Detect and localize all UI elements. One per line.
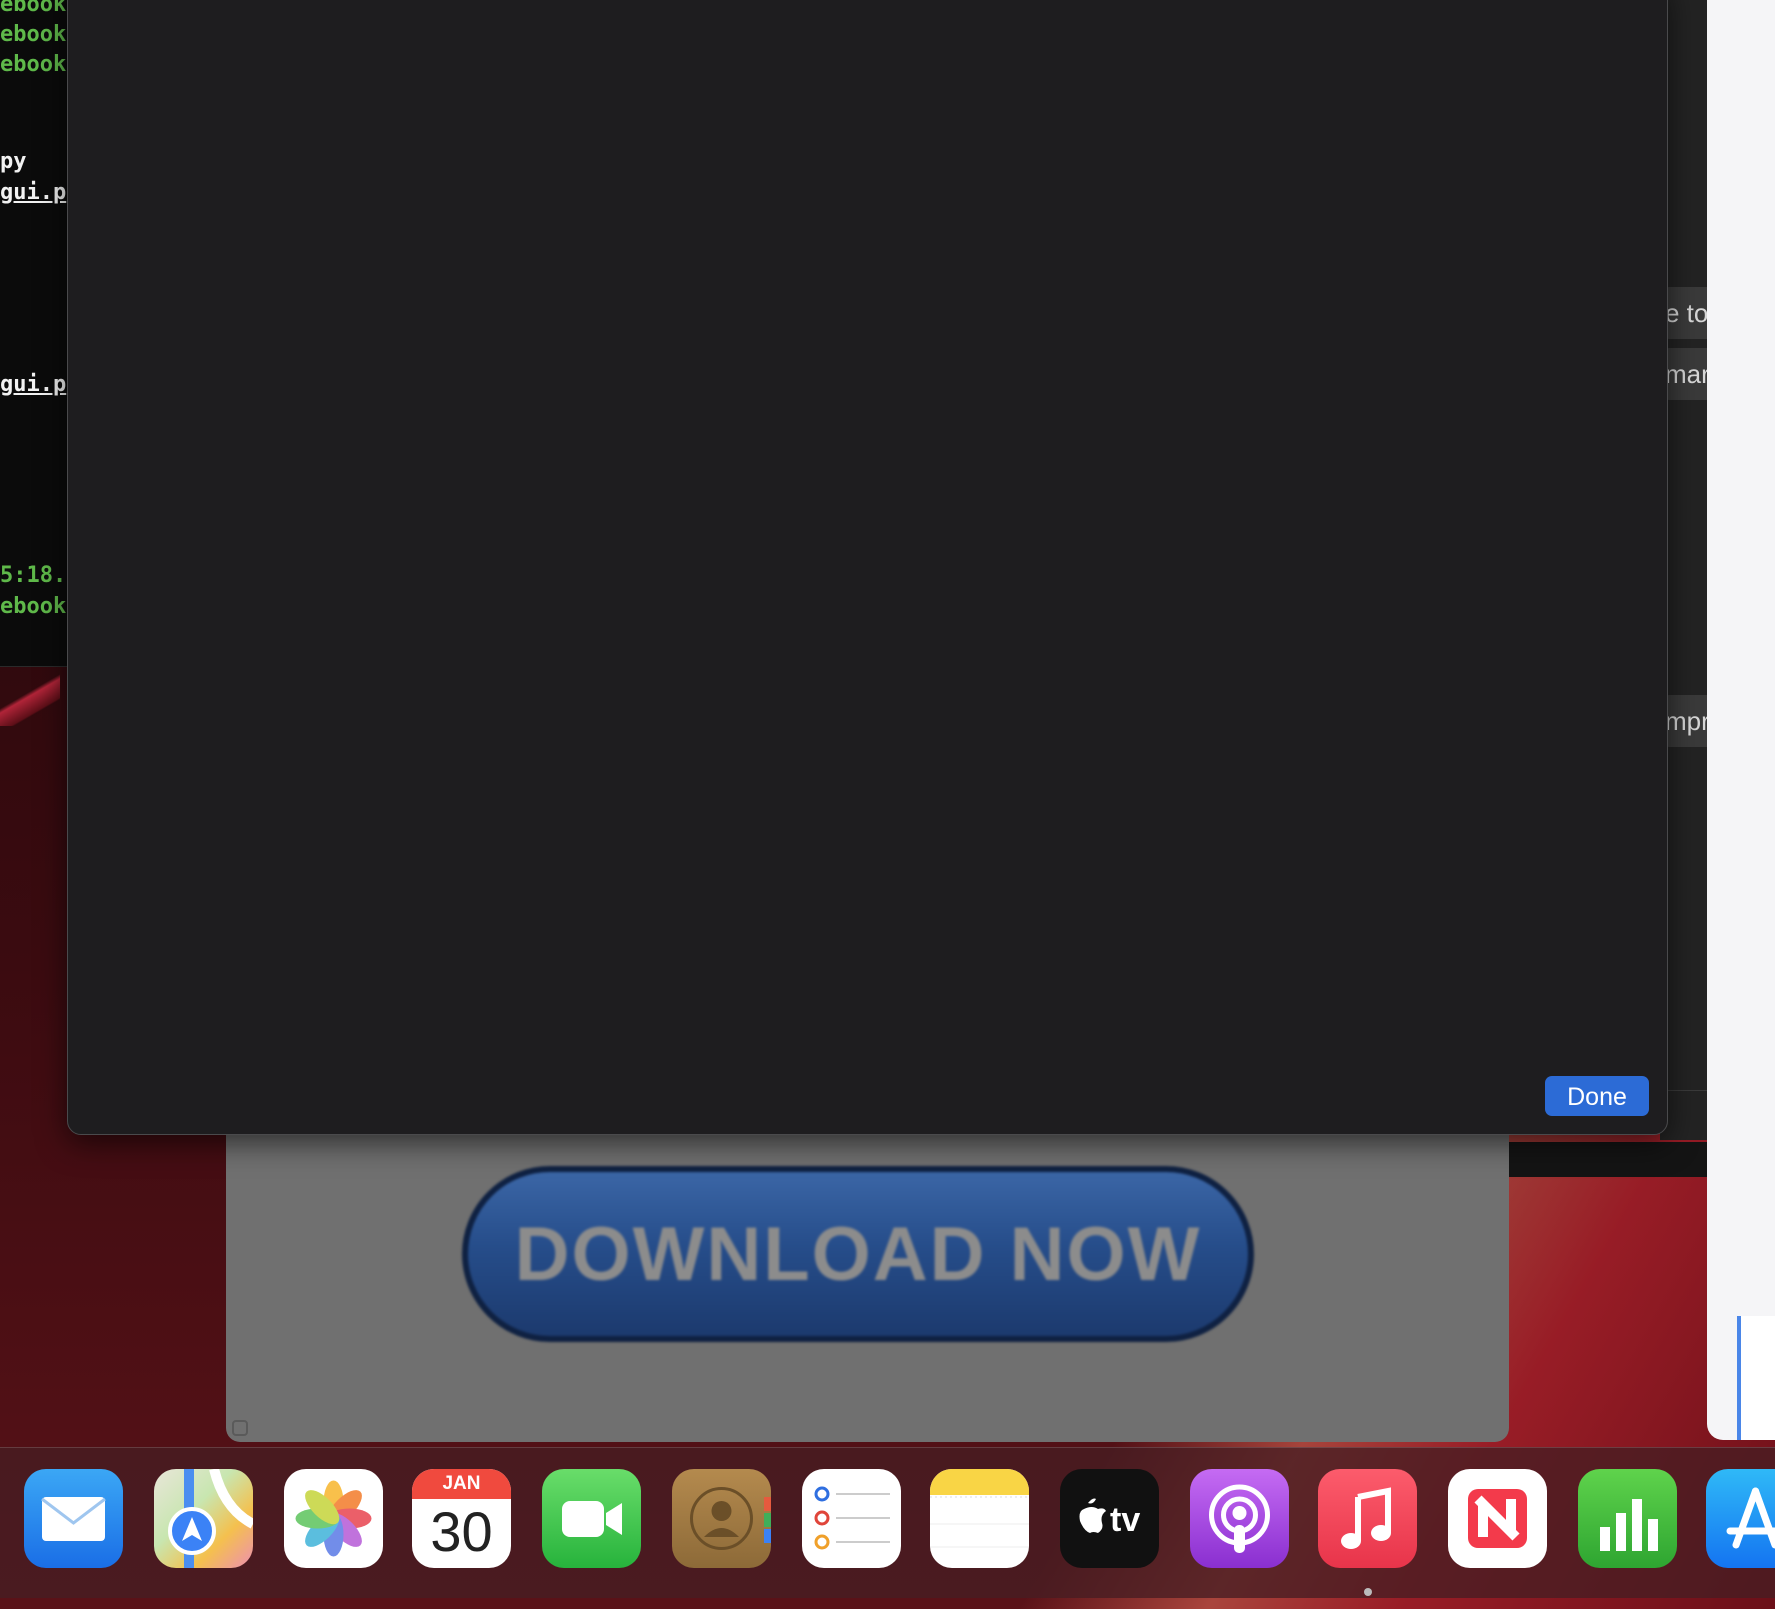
download-now-image: DOWNLOAD NOW <box>462 1166 1254 1342</box>
tv-label: tv <box>1110 1501 1140 1539</box>
contacts-icon[interactable] <box>672 1469 771 1568</box>
facetime-icon[interactable] <box>542 1469 641 1568</box>
background-white-window[interactable] <box>1707 0 1775 1440</box>
background-list-item[interactable]: e to <box>1665 287 1708 339</box>
terminal-window[interactable]: ebook/ ebook/ ebook/ py gui.p gui.p 5:18… <box>0 0 68 667</box>
numbers-icon[interactable] <box>1578 1469 1677 1568</box>
selection-indicator <box>1737 1316 1775 1440</box>
music-icon[interactable] <box>1318 1469 1417 1568</box>
photos-icon[interactable] <box>284 1469 383 1568</box>
terminal-line: py <box>0 149 27 174</box>
background-window-strip <box>1508 1142 1708 1177</box>
calendar-icon[interactable]: JAN 30 <box>412 1469 511 1568</box>
reminders-icon[interactable] <box>802 1469 901 1568</box>
podcasts-icon[interactable] <box>1190 1469 1289 1568</box>
running-indicator <box>1364 1588 1372 1596</box>
terminal-line: ebook/ <box>0 52 68 77</box>
download-now-text: DOWNLOAD NOW <box>514 1211 1202 1297</box>
background-list-item[interactable]: mar <box>1665 348 1708 400</box>
terminal-line: ebook/ <box>0 0 68 17</box>
terminal-line: 5:18.0 <box>0 563 68 588</box>
app-store-icon[interactable] <box>1706 1469 1775 1568</box>
terminal-link[interactable]: gui.p <box>0 180 66 205</box>
terminal-line: ebook/ <box>0 22 68 47</box>
notes-icon[interactable] <box>930 1469 1029 1568</box>
tv-icon[interactable]: tv <box>1060 1469 1159 1568</box>
terminal-line: ebook/ <box>0 594 68 619</box>
dock: JAN 30 tv <box>0 1447 1775 1598</box>
mail-icon[interactable] <box>24 1469 123 1568</box>
wallpaper-stripe <box>0 666 60 726</box>
maps-icon[interactable] <box>154 1469 253 1568</box>
done-button[interactable]: Done <box>1545 1076 1649 1116</box>
calendar-day: 30 <box>430 1500 493 1563</box>
terminal-link[interactable]: gui.p <box>0 372 66 397</box>
resize-icon[interactable] <box>232 1420 248 1436</box>
news-icon[interactable] <box>1448 1469 1547 1568</box>
background-list-item[interactable]: mpr <box>1665 695 1708 747</box>
modal-sheet: Done <box>67 0 1668 1135</box>
image-preview-window[interactable]: DOWNLOAD NOW <box>226 1118 1509 1442</box>
calendar-month: JAN <box>412 1469 511 1499</box>
